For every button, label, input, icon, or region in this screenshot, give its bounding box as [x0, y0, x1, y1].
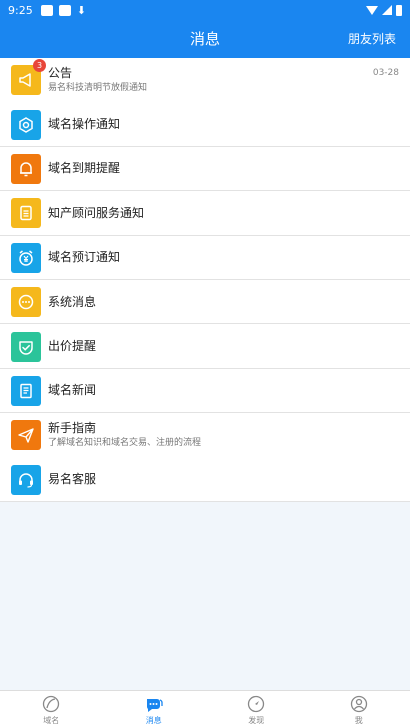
message-title: 域名操作通知 — [48, 117, 121, 132]
alarm-yen-icon — [19, 250, 33, 266]
message-item-customer-service[interactable]: 易名客服 — [0, 458, 410, 503]
message-title: 系统消息 — [48, 294, 97, 309]
wifi-icon — [366, 5, 378, 15]
message-item-bid-reminder[interactable]: 出价提醒 — [0, 324, 410, 370]
compass-icon — [246, 694, 266, 714]
customer-service-icon-box — [11, 464, 41, 495]
beginner-guide-icon-box — [11, 420, 41, 451]
message-title: 新手指南 — [48, 421, 97, 436]
domain-news-icon-box — [11, 375, 41, 406]
tab-label: 我 — [354, 715, 363, 725]
bottom-tab-bar: 域名 消息 发现 我 — [0, 690, 410, 728]
bid-reminder-icon-box — [11, 331, 41, 362]
message-title: 知产顾问服务通知 — [48, 205, 145, 220]
tab-label: 消息 — [145, 715, 162, 725]
message-title: 域名预订通知 — [48, 250, 121, 265]
message-title: 域名到期提醒 — [48, 161, 121, 176]
tab-label: 域名 — [43, 715, 60, 725]
megaphone-icon — [19, 73, 31, 87]
tab-label: 发现 — [248, 715, 265, 725]
message-title: 公告 — [48, 66, 73, 81]
message-item-system[interactable]: 系统消息 — [0, 280, 410, 325]
message-item-ip-advisor[interactable]: 知产顾问服务通知 — [0, 191, 410, 236]
headset-icon — [19, 472, 33, 488]
signal-icon — [382, 5, 392, 15]
battery-icon — [396, 4, 402, 16]
paper-plane-icon — [18, 428, 34, 444]
message-list: 3 公告 易名科技清明节放假通知 03-28 域名操作通知 域名到期提醒 知产顾… — [0, 58, 410, 503]
message-item-domain-operation[interactable]: 域名操作通知 — [0, 102, 410, 148]
unread-badge: 3 — [33, 59, 46, 73]
message-title: 域名新闻 — [48, 383, 97, 398]
domain-icon — [41, 694, 61, 714]
newspaper-icon — [20, 383, 32, 399]
message-title: 出价提醒 — [48, 339, 97, 354]
tab-messages[interactable]: 消息 — [103, 691, 206, 728]
message-item-domain-news[interactable]: 域名新闻 — [0, 369, 410, 414]
message-title: 易名客服 — [48, 472, 97, 487]
gear-icon — [19, 116, 33, 133]
download-icon: ⬇ — [76, 3, 86, 17]
message-item-beginner-guide[interactable]: 新手指南 了解域名知识和域名交易、注册的流程 — [0, 413, 410, 457]
status-indicators — [366, 4, 402, 16]
document-icon — [20, 206, 32, 221]
message-item-domain-expiry[interactable]: 域名到期提醒 — [0, 147, 410, 192]
friend-list-button[interactable]: 朋友列表 — [348, 20, 396, 58]
announcement-icon-box: 3 — [11, 59, 46, 96]
message-subtitle: 易名科技清明节放假通知 — [48, 83, 148, 94]
domain-operation-icon-box — [11, 109, 41, 140]
status-bar: 9:25 ⬇ — [0, 0, 410, 20]
message-subtitle: 了解域名知识和域名交易、注册的流程 — [48, 438, 202, 449]
message-item-announcement[interactable]: 3 公告 易名科技清明节放假通知 03-28 — [0, 58, 410, 102]
tab-me[interactable]: 我 — [308, 691, 410, 728]
message-item-domain-reservation[interactable]: 域名预订通知 — [0, 236, 410, 281]
ip-advisor-icon-box — [11, 198, 41, 229]
system-icon-box — [11, 287, 41, 318]
chat-dots-icon — [18, 294, 34, 310]
shield-check-icon — [19, 340, 33, 355]
tab-domain[interactable]: 域名 — [0, 691, 103, 728]
notification-app-icon-2 — [58, 4, 71, 16]
message-icon — [144, 694, 164, 714]
message-date: 03-28 — [372, 68, 399, 78]
bell-icon — [20, 162, 32, 177]
notification-app-icon — [40, 4, 53, 16]
user-icon — [349, 694, 369, 714]
domain-expiry-icon-box — [11, 153, 41, 184]
tab-discover[interactable]: 发现 — [205, 691, 308, 728]
nav-bar: 消息 朋友列表 — [0, 20, 410, 58]
status-time: 9:25 — [8, 3, 33, 17]
domain-reservation-icon-box — [11, 242, 41, 273]
